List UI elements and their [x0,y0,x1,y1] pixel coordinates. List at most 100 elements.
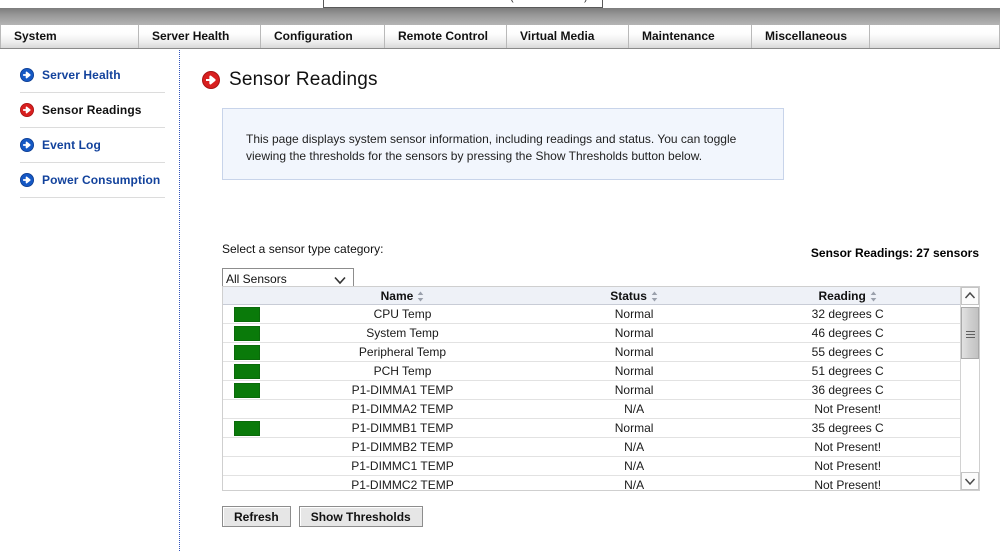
sensor-table-container: Name Status [222,286,980,491]
header-reading[interactable]: Reading [734,287,961,305]
table-row: System TempNormal46 degrees C [223,324,961,343]
arrow-right-circle-icon [20,103,34,117]
sensor-name-cell: P1-DIMMA2 TEMP [271,400,534,419]
sort-arrows-icon [417,291,424,302]
sensor-name-cell: System Temp [271,324,534,343]
status-led-cell [223,362,271,381]
nav-tab-server-health[interactable]: Server Health [139,25,261,48]
sensor-reading-cell: Not Present! [734,438,961,457]
table-row: P1-DIMMC2 TEMPN/ANot Present! [223,476,961,491]
sensor-name-cell: P1-DIMMB1 TEMP [271,419,534,438]
sensor-reading-cell: Not Present! [734,457,961,476]
sensor-count-label: Sensor Readings: 27 sensors [811,246,979,260]
status-led-cell [223,438,271,457]
arrow-right-circle-icon [20,68,34,82]
sensor-table-scrollarea: Name Status [223,287,961,490]
table-row: P1-DIMMC1 TEMPN/ANot Present! [223,457,961,476]
nav-tab-remote-control[interactable]: Remote Control [385,25,507,48]
page-title: Sensor Readings [202,67,378,93]
main-navigation-bar: SystemServer HealthConfigurationRemote C… [0,8,1000,49]
select-category-label: Select a sensor type category: [222,242,383,256]
sensor-name-cell: P1-DIMMC1 TEMP [271,457,534,476]
nav-tab-miscellaneous[interactable]: Miscellaneous [752,25,870,48]
action-button-row: Refresh Show Thresholds [222,506,423,527]
status-led-cell [223,400,271,419]
status-led-cell [223,305,271,324]
sensor-status-cell: N/A [534,476,735,491]
sensor-reading-cell: 51 degrees C [734,362,961,381]
sensor-name-cell: P1-DIMMC2 TEMP [271,476,534,491]
sensor-status-cell: Normal [534,362,735,381]
info-box-text: This page displays system sensor informa… [246,131,751,165]
nav-tab-maintenance[interactable]: Maintenance [629,25,752,48]
user-info-bar: User: admin ( Administrator ) [0,0,1000,8]
sidebar-item-server-health[interactable]: Server Health [20,58,165,93]
sensor-status-cell: N/A [534,457,735,476]
show-thresholds-button[interactable]: Show Thresholds [299,506,423,527]
sidebar-item-label: Sensor Readings [42,103,142,117]
user-name: admin [436,0,466,3]
status-led-empty [234,459,260,474]
sensor-reading-cell: 55 degrees C [734,343,961,362]
table-row: P1-DIMMA1 TEMPNormal36 degrees C [223,381,961,400]
status-led-cell [223,476,271,491]
sensor-readings-table: Name Status [223,287,961,490]
table-row: CPU TempNormal32 degrees C [223,305,961,324]
sensor-reading-cell: 36 degrees C [734,381,961,400]
header-name[interactable]: Name [271,287,534,305]
nav-tab-virtual-media[interactable]: Virtual Media [507,25,629,48]
sensor-reading-cell: 35 degrees C [734,419,961,438]
sensor-name-cell: P1-DIMMB2 TEMP [271,438,534,457]
status-led-cell [223,324,271,343]
arrow-right-circle-icon [20,173,34,187]
sidebar-item-event-log[interactable]: Event Log [20,128,165,163]
table-header-row: Name Status [223,287,961,305]
nav-top-band [0,8,1000,25]
grip-line [966,337,975,338]
sensor-name-cell: PCH Temp [271,362,534,381]
nav-tab-configuration[interactable]: Configuration [261,25,385,48]
table-row: PCH TempNormal51 degrees C [223,362,961,381]
sensor-status-cell: Normal [534,305,735,324]
sensor-table-body: CPU TempNormal32 degrees CSystem TempNor… [223,305,961,491]
user-label: User: [352,0,380,3]
nav-tab-system[interactable]: System [0,25,139,48]
user-info-box: User: admin ( Administrator ) [323,0,603,8]
status-led-cell [223,343,271,362]
status-led-empty [234,478,260,490]
sensor-status-cell: N/A [534,400,735,419]
user-role: ( Administrator ) [510,0,588,3]
scrollbar-thumb[interactable] [961,307,979,359]
arrow-right-circle-icon [202,71,220,89]
sensor-reading-cell: 46 degrees C [734,324,961,343]
sensor-status-cell: Normal [534,381,735,400]
page-title-text: Sensor Readings [229,69,378,91]
table-row: P1-DIMMA2 TEMPN/ANot Present! [223,400,961,419]
header-reading-text: Reading [819,289,866,303]
refresh-button[interactable]: Refresh [222,506,291,527]
table-row: P1-DIMMB1 TEMPNormal35 degrees C [223,419,961,438]
status-led-cell [223,457,271,476]
sensor-name-cell: Peripheral Temp [271,343,534,362]
status-led-cell [223,381,271,400]
status-led-empty [234,402,260,417]
info-box: This page displays system sensor informa… [222,108,784,180]
sensor-status-cell: Normal [534,419,735,438]
table-vertical-scrollbar[interactable] [960,287,979,490]
status-led-cell [223,419,271,438]
nav-tab-empty-slot [870,25,1000,48]
sidebar-item-power-consumption[interactable]: Power Consumption [20,163,165,198]
header-status-led [223,287,271,305]
sensor-table-head: Name Status [223,287,961,305]
scroll-down-button[interactable] [961,472,979,490]
status-led-green [234,383,260,398]
table-row: P1-DIMMB2 TEMPN/ANot Present! [223,438,961,457]
header-status[interactable]: Status [534,287,735,305]
sensor-reading-cell: 32 degrees C [734,305,961,324]
scroll-up-button[interactable] [961,287,979,305]
status-led-green [234,421,260,436]
sensor-reading-cell: Not Present! [734,400,961,419]
sidebar-item-sensor-readings[interactable]: Sensor Readings [20,93,165,128]
status-led-green [234,364,260,379]
table-row: Peripheral TempNormal55 degrees C [223,343,961,362]
